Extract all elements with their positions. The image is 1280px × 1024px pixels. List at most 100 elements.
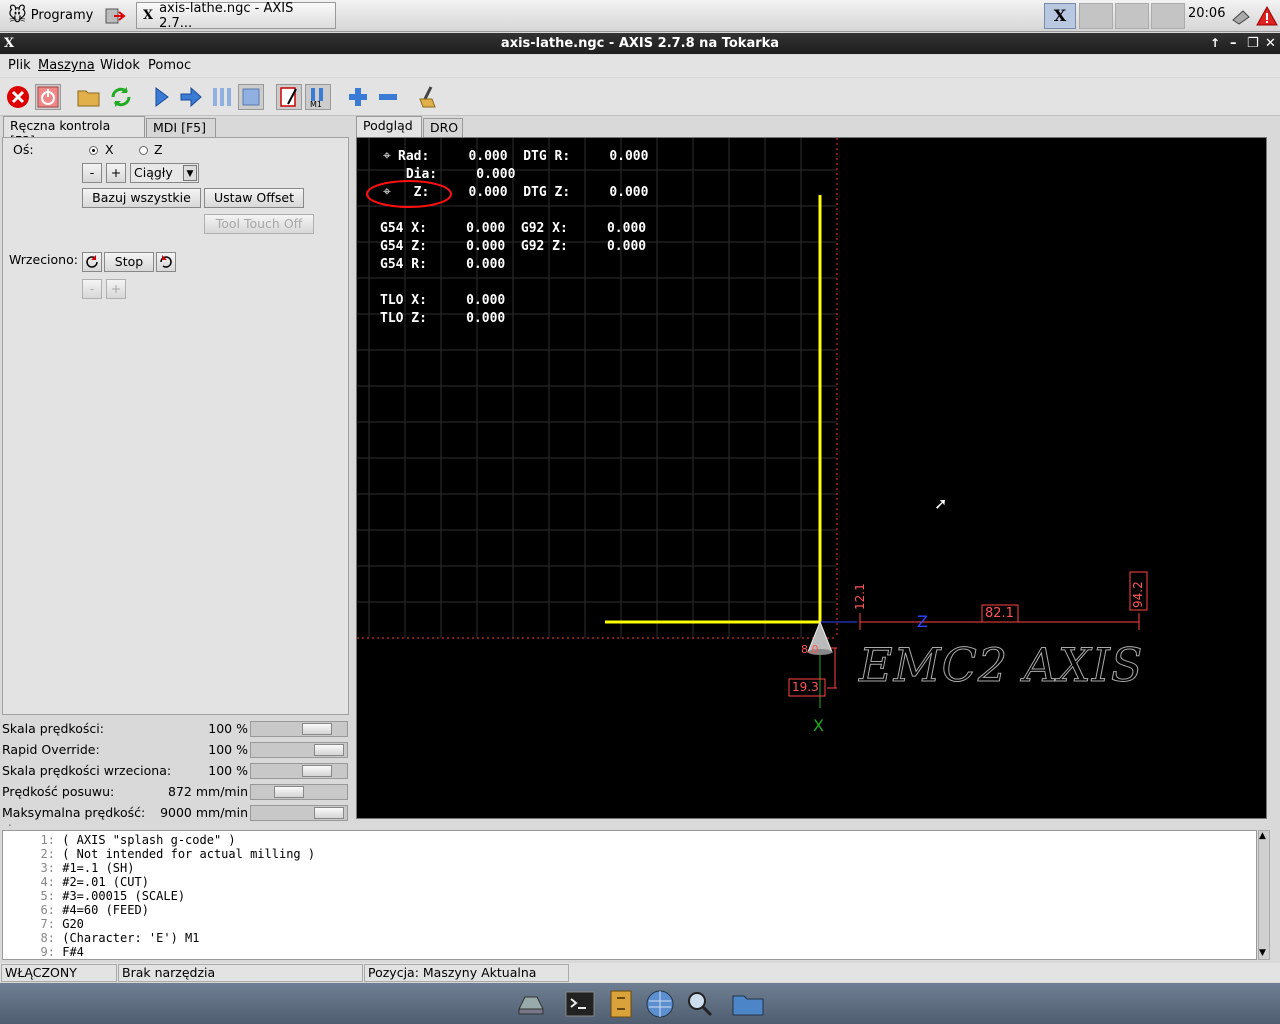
- scroll-up-icon[interactable]: ▲: [1259, 831, 1266, 841]
- slider-knob[interactable]: [273, 786, 304, 798]
- search-icon[interactable]: [684, 989, 716, 1019]
- rapid-override-slider[interactable]: [250, 742, 348, 758]
- tab-dro[interactable]: DRO: [423, 118, 463, 138]
- window-titlebar[interactable]: X axis-lathe.ngc - AXIS 2.7.8 na Tokarka…: [0, 33, 1280, 54]
- line-text: F#4: [55, 945, 84, 959]
- terminal-icon[interactable]: [564, 989, 596, 1019]
- menu-pomoc[interactable]: Pomoc: [148, 58, 191, 73]
- dro-tlo-x: TLO X: 0.000: [380, 293, 506, 308]
- spindle-stop-button[interactable]: Stop: [104, 252, 154, 272]
- gcode-line[interactable]: 6: #4=60 (FEED): [3, 903, 1256, 917]
- open-file-icon[interactable]: [76, 84, 102, 110]
- network-icon[interactable]: [1230, 6, 1252, 26]
- preview-canvas[interactable]: ⌖ ⌖ Rad: 0.000 DTG R: 0.000 Dia: 0.000 Z…: [356, 137, 1267, 819]
- estop-icon[interactable]: [5, 84, 31, 110]
- z-axis-label: Z: [917, 612, 928, 631]
- stop-icon[interactable]: [238, 84, 264, 110]
- taskbar-window-button[interactable]: X axis-lathe.ngc - AXIS 2.7...: [136, 1, 336, 31]
- line-text: #1=.1 (SH): [55, 861, 135, 875]
- window-raise-icon[interactable]: ↑: [1210, 33, 1220, 54]
- tab-preview[interactable]: Podgląd: [356, 116, 422, 138]
- jog-plus-button[interactable]: +: [106, 163, 126, 183]
- dim-small-label: 8.0: [801, 643, 819, 656]
- workspace-4[interactable]: [1151, 3, 1185, 29]
- logout-icon[interactable]: [104, 6, 126, 26]
- warning-icon[interactable]: [1256, 5, 1278, 27]
- gcode-listing[interactable]: 1: ( AXIS "splash g-code" ) 2: ( Not inte…: [2, 830, 1257, 960]
- svg-text:M1: M1: [310, 100, 322, 108]
- set-offset-button[interactable]: Ustaw Offset: [204, 188, 304, 208]
- tool-touch-off-button[interactable]: Tool Touch Off: [204, 214, 314, 234]
- workspace-3[interactable]: [1115, 3, 1149, 29]
- gcode-line[interactable]: 8: (Character: 'E') M1: [3, 931, 1256, 945]
- slider-knob[interactable]: [301, 723, 332, 735]
- start-menu-label: Programy: [30, 8, 94, 23]
- slider-knob[interactable]: [314, 744, 344, 756]
- dim-bottom-label: 19.3: [792, 680, 819, 694]
- rapid-override-row: Rapid Override: 100 %: [2, 740, 349, 760]
- reload-icon[interactable]: [108, 84, 134, 110]
- max-velocity-slider[interactable]: [250, 805, 348, 821]
- slider-knob[interactable]: [314, 807, 344, 819]
- jog-mode-select[interactable]: Ciągły ▼: [130, 163, 199, 183]
- gcode-line[interactable]: 1: ( AXIS "splash g-code" ): [3, 833, 1256, 847]
- start-menu-button[interactable]: 🐭 Programy: [2, 2, 96, 29]
- zoom-out-icon[interactable]: [375, 84, 401, 110]
- home-all-button[interactable]: Bazuj wszystkie: [82, 188, 201, 208]
- run-icon[interactable]: [149, 84, 175, 110]
- jog-speed-slider[interactable]: [250, 784, 348, 800]
- dim-right-label: 94.2: [1131, 581, 1145, 608]
- axis-x-radio[interactable]: [89, 146, 98, 155]
- homed-z-icon: ⌖: [383, 184, 391, 200]
- gcode-line[interactable]: 3: #1=.1 (SH): [3, 861, 1256, 875]
- window-menu-icon[interactable]: X: [4, 33, 14, 54]
- step-icon[interactable]: [178, 84, 204, 110]
- feed-override-row: Skala prędkości: 100 %: [2, 719, 349, 739]
- axis-z-radio[interactable]: [139, 146, 148, 155]
- jog-minus-button[interactable]: -: [82, 163, 102, 183]
- window-close-icon[interactable]: ✕: [1265, 33, 1276, 54]
- gcode-scrollbar[interactable]: ▲ ▼: [1258, 830, 1270, 960]
- optional-stop-icon[interactable]: M1: [305, 84, 331, 110]
- max-velocity-row: Maksymalna prędkość: 9000 mm/min: [2, 803, 349, 823]
- gcode-line[interactable]: 4: #2=.01 (CUT): [3, 875, 1256, 889]
- slider-knob[interactable]: [301, 765, 332, 777]
- menu-maszyna[interactable]: Maszyna: [38, 58, 95, 73]
- drive-icon[interactable]: [515, 989, 547, 1019]
- homed-x-icon: ⌖: [383, 148, 391, 164]
- menu-plik[interactable]: Plik: [8, 58, 31, 73]
- gcode-line[interactable]: 7: G20: [3, 917, 1256, 931]
- spindle-plus-button[interactable]: +: [106, 279, 126, 299]
- status-tool: Brak narzędzia: [118, 964, 363, 982]
- tab-manual-control[interactable]: Ręczna kontrola [F3]: [3, 116, 145, 148]
- gcode-line[interactable]: 9: F#4: [3, 945, 1256, 959]
- scroll-down-icon[interactable]: ▼: [1259, 948, 1266, 958]
- spindle-override-slider[interactable]: [250, 763, 348, 779]
- window-minimize-icon[interactable]: –: [1230, 33, 1237, 54]
- dro-g54-x: G54 X: 0.000 G92 X: 0.000: [380, 221, 647, 236]
- window-maximize-icon[interactable]: ❐: [1247, 33, 1259, 54]
- spindle-minus-button[interactable]: -: [82, 279, 102, 299]
- zoom-in-icon[interactable]: [345, 84, 371, 110]
- feed-override-slider[interactable]: [250, 721, 348, 737]
- workspace-1[interactable]: X: [1044, 3, 1076, 29]
- statusbar: WŁĄCZONY Brak narzędzia Pozycja: Maszyny…: [0, 963, 1280, 982]
- web-browser-icon[interactable]: [644, 989, 676, 1019]
- workspace-2[interactable]: [1079, 3, 1113, 29]
- clear-plot-icon[interactable]: [416, 84, 442, 110]
- tab-mdi[interactable]: MDI [F5]: [146, 118, 216, 138]
- file-cabinet-icon[interactable]: [607, 989, 635, 1019]
- gcode-line[interactable]: 2: ( Not intended for actual milling ): [3, 847, 1256, 861]
- power-icon[interactable]: [35, 84, 61, 110]
- block-delete-icon[interactable]: [276, 84, 302, 110]
- gcode-line[interactable]: 5: #3=.00015 (SCALE): [3, 889, 1256, 903]
- spindle-cw-icon[interactable]: [156, 252, 176, 272]
- spindle-ccw-icon[interactable]: [82, 252, 102, 272]
- dro-rad: Rad: 0.000 DTG R: 0.000: [398, 149, 649, 164]
- menu-widok[interactable]: Widok: [100, 58, 140, 73]
- line-number: 6:: [40, 903, 55, 917]
- x-window-icon: X: [143, 8, 154, 23]
- feed-override-label: Skala prędkości:: [2, 721, 104, 736]
- folder-icon[interactable]: [731, 989, 765, 1019]
- pause-icon[interactable]: [209, 84, 235, 110]
